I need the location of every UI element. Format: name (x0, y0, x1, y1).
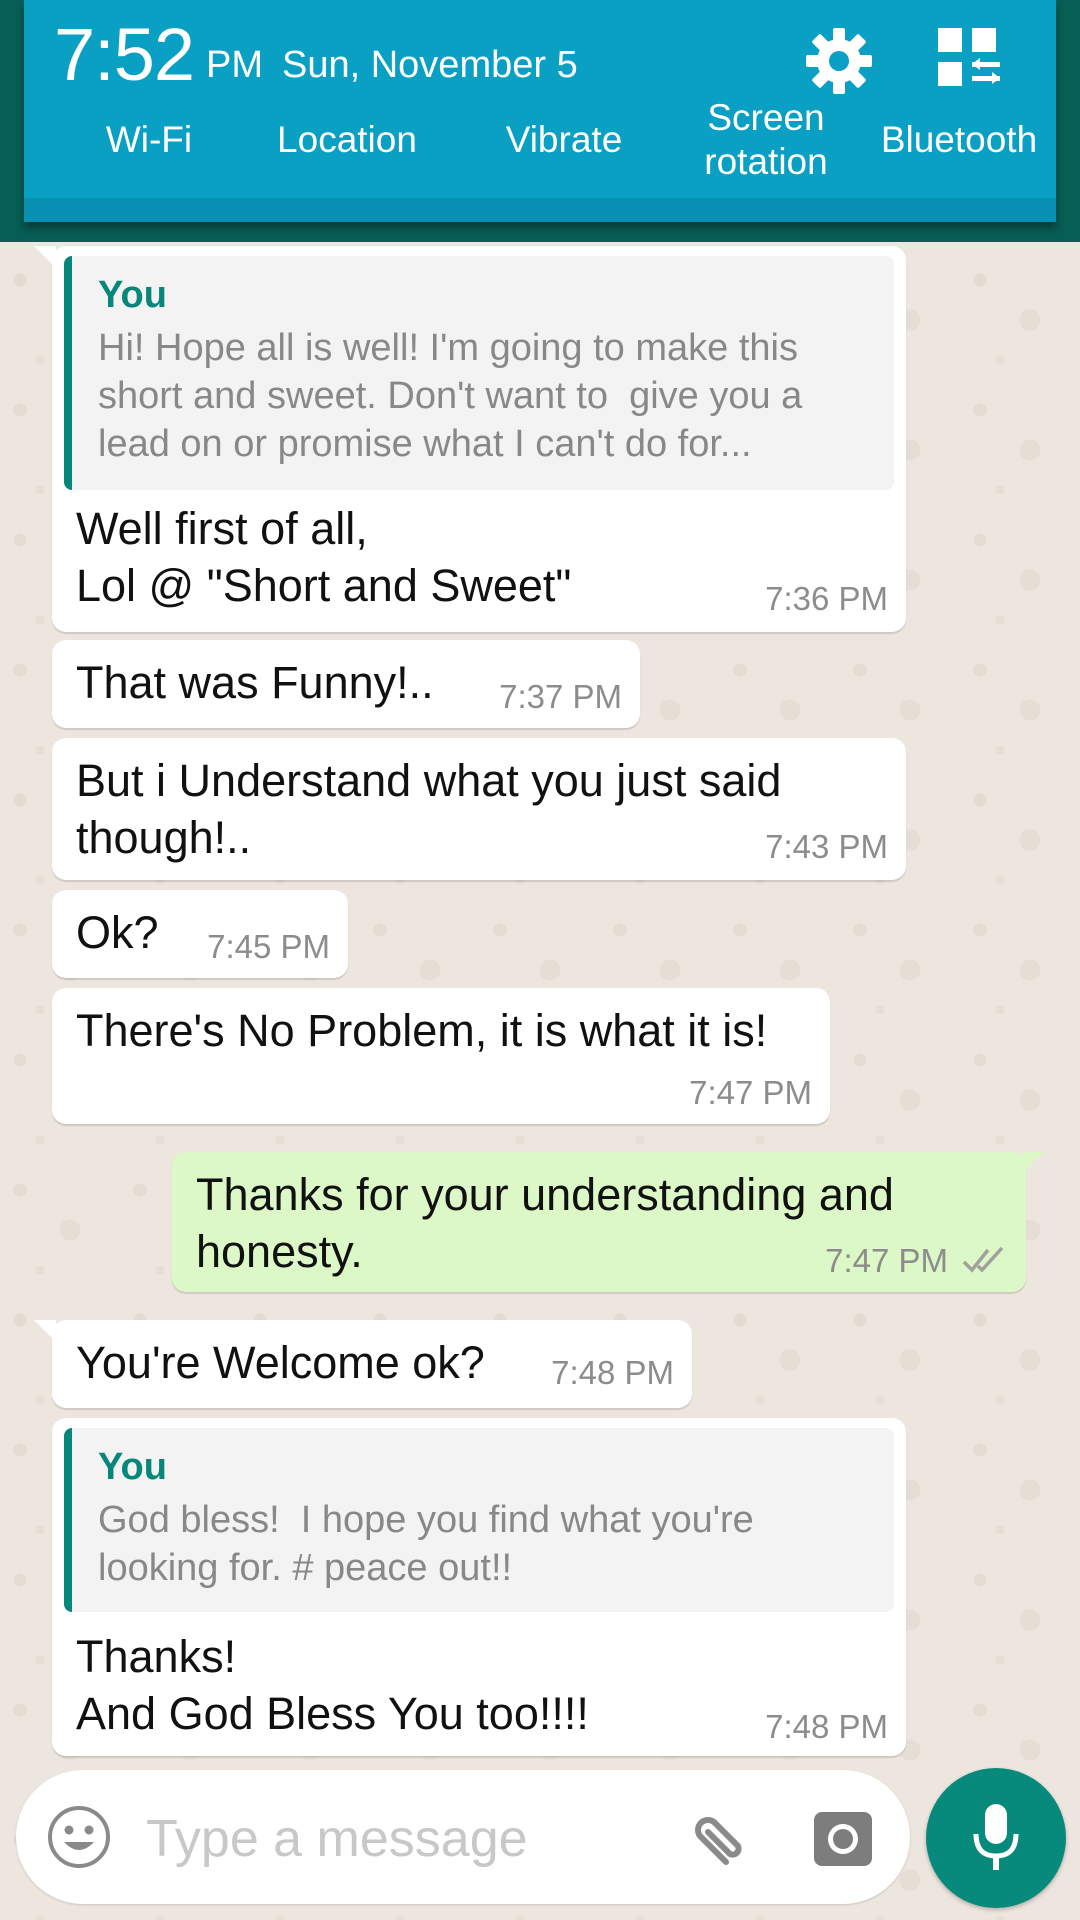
message-text: That was Funny!.. (76, 657, 434, 708)
message-time: 7:48 PM (551, 1354, 674, 1391)
quoted-text: Hi! Hope all is well! I'm going to make … (98, 327, 803, 465)
message-bubble-incoming[interactable]: That was Funny!.. 7:37 PM (52, 640, 640, 728)
rotation-label-line2: rotation (704, 141, 828, 182)
message-time: 7:48 PM (765, 1708, 888, 1745)
message-bubble-outgoing[interactable]: Thanks for your understanding and honest… (172, 1152, 1044, 1292)
message-input[interactable] (144, 1810, 668, 1868)
quick-setting-wifi[interactable]: Wi-Fi (84, 118, 214, 162)
clock-time: 7:52 (54, 13, 195, 96)
quoted-message[interactable]: You God bless! I hope you find what you'… (64, 1428, 894, 1612)
quoted-author: You (98, 274, 167, 316)
rotation-label-line1: Screen (707, 97, 825, 138)
bubble-tail (34, 246, 56, 268)
quoted-message[interactable]: You Hi! Hope all is well! I'm going to m… (64, 256, 894, 490)
voice-record-button[interactable] (926, 1768, 1066, 1908)
bubble-tail (34, 1320, 56, 1342)
quick-setting-location[interactable]: Location (252, 118, 442, 162)
message-time: 7:47 PM (825, 1242, 948, 1279)
message-time: 7:47 PM (689, 1074, 812, 1111)
message-bubble-incoming[interactable]: You God bless! I hope you find what you'… (52, 1418, 906, 1756)
camera-icon[interactable] (812, 1808, 874, 1868)
message-text: But i Understand what you just said thou… (76, 755, 782, 863)
message-bubble-incoming[interactable]: But i Understand what you just said thou… (52, 738, 906, 880)
message-time: 7:36 PM (765, 580, 888, 617)
mic-icon (973, 1804, 1019, 1870)
notification-shade: 7:52 PM Sun, November 5 Wi-Fi Location V… (24, 0, 1056, 222)
message-composer (16, 1770, 910, 1904)
quick-setting-bluetooth[interactable]: Bluetooth (864, 118, 1054, 162)
quick-setting-vibrate[interactable]: Vibrate (474, 118, 654, 162)
message-text: You're Welcome ok? (76, 1337, 485, 1388)
message-text: Thanks for your understanding and honest… (196, 1169, 894, 1277)
gear-icon[interactable] (804, 26, 874, 96)
bubble-tail (1022, 1152, 1044, 1174)
emoji-icon[interactable] (46, 1804, 112, 1870)
shade-band (24, 198, 1056, 222)
message-text: Well first of all, Lol @ "Short and Swee… (76, 503, 572, 611)
grid-edit-icon[interactable] (936, 26, 1002, 88)
message-time: 7:37 PM (499, 678, 622, 715)
message-bubble-incoming[interactable]: You're Welcome ok? 7:48 PM (34, 1320, 692, 1408)
clock-ampm: PM (206, 44, 263, 86)
message-bubble-incoming[interactable]: Ok? 7:45 PM (52, 890, 348, 978)
message-bubble-incoming[interactable]: There's No Problem, it is what it is! 7:… (52, 988, 830, 1124)
message-time: 7:45 PM (207, 928, 330, 965)
double-check-icon (962, 1246, 1004, 1273)
message-bubble-incoming[interactable]: You Hi! Hope all is well! I'm going to m… (34, 246, 906, 632)
message-time: 7:43 PM (765, 828, 888, 865)
message-text: There's No Problem, it is what it is! (76, 1005, 768, 1056)
message-text: Ok? (76, 907, 159, 958)
paperclip-icon[interactable] (676, 1800, 756, 1880)
quoted-text: God bless! I hope you find what you're l… (98, 1499, 754, 1589)
message-text: Thanks! And God Bless You too!!!! (76, 1631, 589, 1739)
quick-setting-screen-rotation[interactable]: Screen rotation (666, 96, 866, 184)
quoted-author: You (98, 1446, 167, 1488)
clock-date: Sun, November 5 (282, 44, 578, 86)
